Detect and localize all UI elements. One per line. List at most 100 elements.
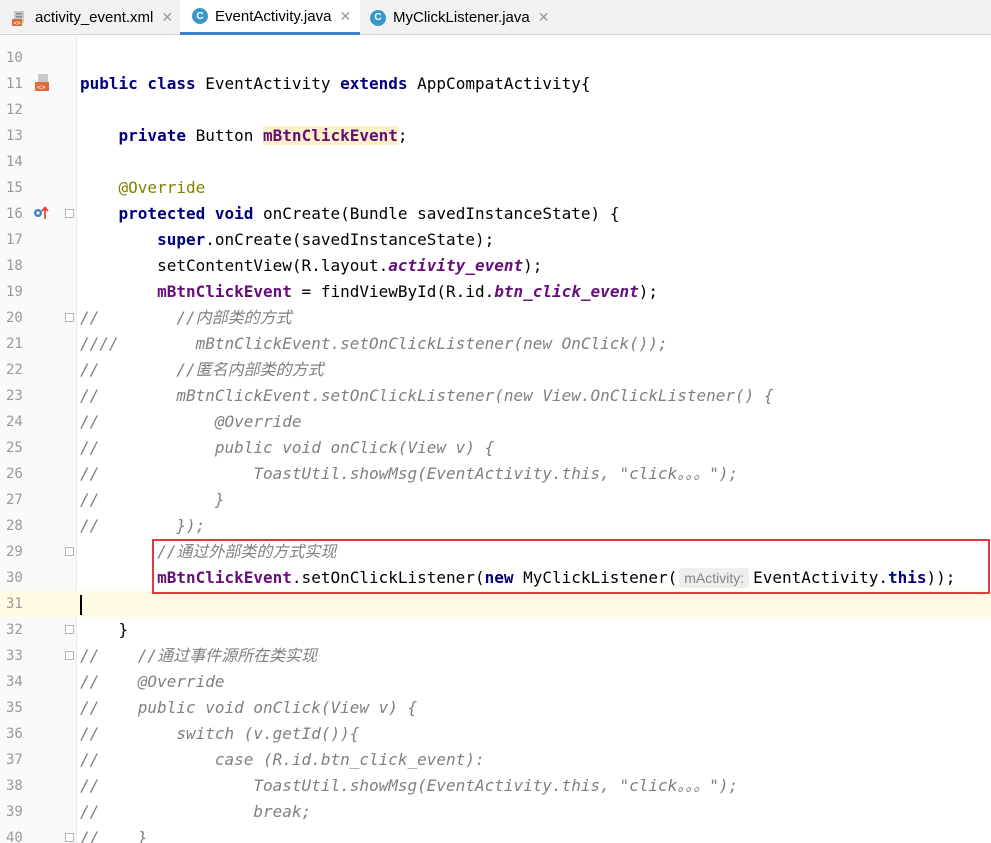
- code-line[interactable]: 35 // public void onClick(View v) {: [0, 695, 991, 721]
- code-text[interactable]: setContentView(R.layout.activity_event);: [80, 253, 542, 279]
- line-number[interactable]: 34: [6, 669, 23, 695]
- fold-marker-icon[interactable]: [65, 547, 74, 556]
- line-number[interactable]: 32: [6, 617, 23, 643]
- code-line[interactable]: 14: [0, 149, 991, 175]
- code-line[interactable]: 23 // mBtnClickEvent.setOnClickListener(n…: [0, 383, 991, 409]
- fold-marker-icon[interactable]: [65, 313, 74, 322]
- code-line[interactable]: 12: [0, 97, 991, 123]
- code-text[interactable]: //// mBtnClickEvent.setOnClickListener(n…: [80, 331, 668, 357]
- code-editor[interactable]: 10 11 <> public class EventActivity extends…: [0, 36, 991, 843]
- code-line[interactable]: 16 protected void onCreate(Bundle savedI…: [0, 201, 991, 227]
- code-text[interactable]: // mBtnClickEvent.setOnClickListener(new…: [80, 383, 774, 409]
- code-text[interactable]: // case (R.id.btn_click_event):: [80, 747, 485, 773]
- code-text[interactable]: // public void onClick(View v) {: [80, 695, 417, 721]
- code-text[interactable]: // ToastUtil.showMsg(EventActivity.this,…: [80, 461, 738, 487]
- code-line[interactable]: 22 // //匿名内部类的方式: [0, 357, 991, 383]
- line-number[interactable]: 37: [6, 747, 23, 773]
- code-text[interactable]: mBtnClickEvent.setOnClickListener(new My…: [80, 565, 955, 591]
- fold-marker-icon[interactable]: [65, 625, 74, 634]
- code-text[interactable]: [80, 591, 82, 617]
- code-text[interactable]: // //匿名内部类的方式: [80, 357, 324, 383]
- code-text[interactable]: mBtnClickEvent = findViewById(R.id.btn_c…: [80, 279, 658, 305]
- line-number[interactable]: 15: [6, 175, 23, 201]
- tab-event-activity-java[interactable]: C EventActivity.java ✕: [180, 0, 360, 35]
- code-line[interactable]: 37 // case (R.id.btn_click_event):: [0, 747, 991, 773]
- code-text[interactable]: super.onCreate(savedInstanceState);: [80, 227, 494, 253]
- line-number[interactable]: 31: [6, 591, 23, 617]
- code-text[interactable]: // }: [80, 487, 225, 513]
- line-number[interactable]: 22: [6, 357, 23, 383]
- code-line[interactable]: 32 }: [0, 617, 991, 643]
- line-number[interactable]: 10: [6, 45, 23, 71]
- code-text[interactable]: // ToastUtil.showMsg(EventActivity.this,…: [80, 773, 738, 799]
- line-number[interactable]: 25: [6, 435, 23, 461]
- code-line[interactable]: 28 // });: [0, 513, 991, 539]
- close-icon[interactable]: ✕: [538, 9, 550, 26]
- line-number[interactable]: 13: [6, 123, 23, 149]
- code-line[interactable]: 39 // break;: [0, 799, 991, 825]
- code-line[interactable]: 29 //通过外部类的方式实现: [0, 539, 991, 565]
- code-line[interactable]: 25 // public void onClick(View v) {: [0, 435, 991, 461]
- line-number[interactable]: 30: [6, 565, 23, 591]
- line-number[interactable]: 14: [6, 149, 23, 175]
- code-text[interactable]: private Button mBtnClickEvent;: [80, 123, 408, 149]
- line-number[interactable]: 39: [6, 799, 23, 825]
- fold-marker-icon[interactable]: [65, 651, 74, 660]
- code-line[interactable]: 18 setContentView(R.layout.activity_even…: [0, 253, 991, 279]
- code-line[interactable]: 10: [0, 45, 991, 71]
- code-line[interactable]: 24 // @Override: [0, 409, 991, 435]
- code-text[interactable]: //通过外部类的方式实现: [80, 539, 336, 565]
- line-number[interactable]: 24: [6, 409, 23, 435]
- code-text[interactable]: protected void onCreate(Bundle savedInst…: [80, 201, 620, 227]
- code-text[interactable]: // //通过事件源所在类实现: [80, 643, 317, 669]
- code-text[interactable]: }: [80, 617, 129, 643]
- code-line[interactable]: 38 // ToastUtil.showMsg(EventActivity.thi…: [0, 773, 991, 799]
- code-text[interactable]: // public void onClick(View v) {: [80, 435, 494, 461]
- code-text[interactable]: // @Override: [80, 669, 225, 695]
- code-text[interactable]: // switch (v.getId()){: [80, 721, 359, 747]
- code-text[interactable]: public class EventActivity extends AppCo…: [80, 71, 591, 97]
- code-line[interactable]: 26 // ToastUtil.showMsg(EventActivity.thi…: [0, 461, 991, 487]
- line-number[interactable]: 17: [6, 227, 23, 253]
- code-text[interactable]: // @Override: [80, 409, 302, 435]
- code-text[interactable]: // }: [80, 825, 147, 843]
- override-method-icon[interactable]: [32, 204, 50, 222]
- code-line[interactable]: 27 // }: [0, 487, 991, 513]
- code-text[interactable]: @Override: [80, 175, 206, 201]
- code-line[interactable]: 33 // //通过事件源所在类实现: [0, 643, 991, 669]
- code-line[interactable]: 34 // @Override: [0, 669, 991, 695]
- line-number[interactable]: 35: [6, 695, 23, 721]
- close-icon[interactable]: ✕: [339, 8, 351, 25]
- code-text[interactable]: // //内部类的方式: [80, 305, 292, 331]
- code-line[interactable]: 40 // }: [0, 825, 991, 843]
- line-number[interactable]: 20: [6, 305, 23, 331]
- code-line[interactable]: 36 // switch (v.getId()){: [0, 721, 991, 747]
- code-line[interactable]: 30 mBtnClickEvent.setOnClickListener(new…: [0, 565, 991, 591]
- line-number[interactable]: 36: [6, 721, 23, 747]
- line-number[interactable]: 27: [6, 487, 23, 513]
- code-line[interactable]: 15 @Override: [0, 175, 991, 201]
- code-text[interactable]: // });: [80, 513, 205, 539]
- line-number[interactable]: 40: [6, 825, 23, 843]
- line-number[interactable]: 26: [6, 461, 23, 487]
- code-line[interactable]: 31: [0, 591, 991, 617]
- code-line[interactable]: 13 private Button mBtnClickEvent;: [0, 123, 991, 149]
- line-number[interactable]: 18: [6, 253, 23, 279]
- line-number[interactable]: 21: [6, 331, 23, 357]
- related-layout-icon[interactable]: <>: [34, 74, 52, 92]
- code-line[interactable]: 11 <> public class EventActivity extends A…: [0, 71, 991, 97]
- line-number[interactable]: 29: [6, 539, 23, 565]
- code-line[interactable]: 17 super.onCreate(savedInstanceState);: [0, 227, 991, 253]
- line-number[interactable]: 11: [6, 71, 23, 97]
- code-line[interactable]: 21 //// mBtnClickEvent.setOnClickListener…: [0, 331, 991, 357]
- line-number[interactable]: 33: [6, 643, 23, 669]
- fold-marker-icon[interactable]: [65, 833, 74, 842]
- line-number[interactable]: 12: [6, 97, 23, 123]
- code-line[interactable]: 19 mBtnClickEvent = findViewById(R.id.bt…: [0, 279, 991, 305]
- fold-marker-icon[interactable]: [65, 209, 74, 218]
- line-number[interactable]: 16: [6, 201, 23, 227]
- code-line[interactable]: 20 // //内部类的方式: [0, 305, 991, 331]
- line-number[interactable]: 19: [6, 279, 23, 305]
- line-number[interactable]: 28: [6, 513, 23, 539]
- close-icon[interactable]: ✕: [161, 9, 173, 26]
